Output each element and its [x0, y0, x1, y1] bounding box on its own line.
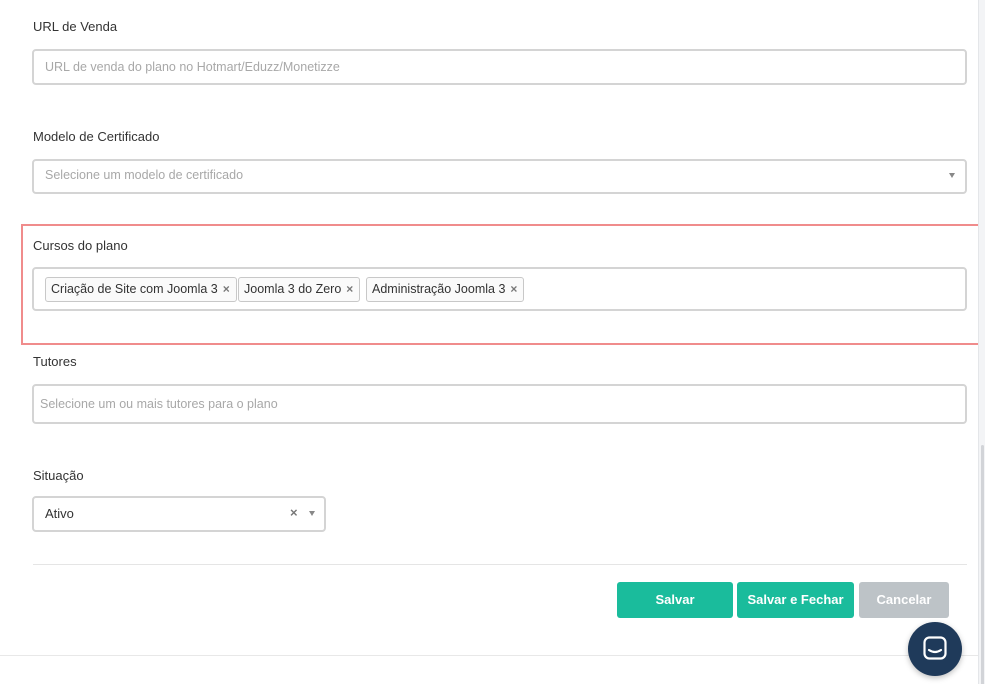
course-tag-label: Joomla 3 do Zero — [244, 282, 342, 296]
page-footer — [0, 655, 978, 684]
scrollbar-thumb[interactable] — [981, 445, 984, 684]
form-divider — [33, 564, 967, 565]
situacao-label: Situação — [33, 468, 84, 483]
tutores-multiselect[interactable]: Selecione um ou mais tutores para o plan… — [32, 384, 967, 424]
tutores-placeholder: Selecione um ou mais tutores para o plan… — [40, 397, 278, 411]
remove-icon[interactable]: × — [223, 278, 230, 301]
chevron-down-icon — [949, 173, 955, 178]
situacao-value: Ativo — [45, 506, 74, 521]
cancel-button[interactable]: Cancelar — [859, 582, 949, 618]
clear-icon[interactable]: × — [290, 505, 298, 520]
url-venda-label: URL de Venda — [33, 19, 118, 34]
course-tag: Joomla 3 do Zero × — [238, 277, 361, 302]
save-button[interactable]: Salvar — [617, 582, 733, 618]
save-and-close-button[interactable]: Salvar e Fechar — [737, 582, 854, 618]
remove-icon[interactable]: × — [510, 278, 517, 301]
modelo-certificado-select[interactable]: Selecione um modelo de certificado — [32, 159, 967, 194]
course-tag-label: Criação de Site com Joomla 3 — [51, 282, 218, 296]
chat-icon — [923, 636, 947, 660]
tutores-label: Tutores — [33, 354, 77, 369]
course-tag: Administração Joomla 3 × — [366, 277, 525, 302]
cursos-plano-label: Cursos do plano — [33, 238, 128, 253]
plan-form: URL de Venda URL de venda do plano no Ho… — [0, 0, 983, 655]
url-venda-placeholder: URL de venda do plano no Hotmart/Eduzz/M… — [45, 60, 340, 74]
modelo-certificado-placeholder: Selecione um modelo de certificado — [45, 168, 244, 182]
url-venda-input[interactable]: URL de venda do plano no Hotmart/Eduzz/M… — [32, 49, 967, 85]
chat-launcher-button[interactable] — [908, 622, 962, 676]
course-tag-label: Administração Joomla 3 — [372, 282, 506, 296]
chevron-down-icon — [309, 511, 315, 516]
situacao-select[interactable]: Ativo × — [32, 496, 326, 532]
modelo-certificado-label: Modelo de Certificado — [33, 129, 160, 144]
remove-icon[interactable]: × — [346, 278, 353, 301]
course-tag: Criação de Site com Joomla 3 × — [45, 277, 237, 302]
